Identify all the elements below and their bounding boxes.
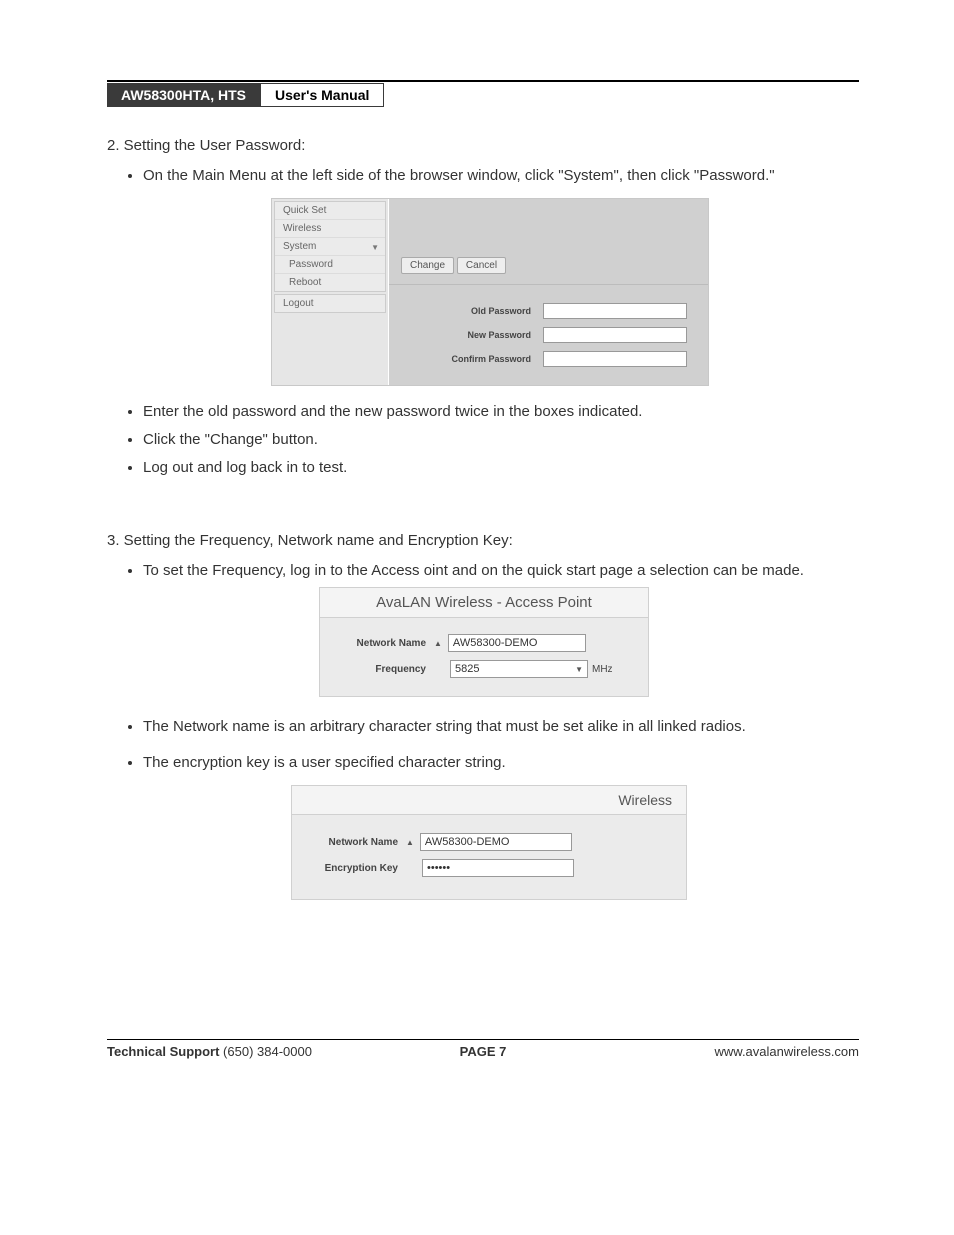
instruction-text: Log out and log back in to test. — [143, 456, 859, 480]
frequency-label: Frequency — [334, 664, 450, 675]
instruction-text: Enter the old password and the new passw… — [143, 400, 859, 424]
chevron-down-icon: ▼ — [371, 243, 379, 252]
old-password-label: Old Password — [403, 306, 543, 316]
chevron-down-icon: ▼ — [575, 665, 583, 674]
wireless-screenshot: Wireless Network Name ▲ AW58300-DEMO Enc… — [291, 785, 687, 900]
instruction-text: The Network name is an arbitrary charact… — [143, 715, 859, 739]
network-name-label: Network Name — [334, 638, 432, 649]
new-password-label: New Password — [403, 330, 543, 340]
confirm-password-input[interactable] — [543, 351, 687, 367]
change-button[interactable]: Change — [401, 257, 454, 274]
menu-system-label: System — [283, 241, 316, 252]
panel-title: Wireless — [292, 786, 686, 815]
encryption-key-label: Encryption Key — [306, 863, 422, 874]
frequency-select[interactable]: 5825 ▼ — [450, 660, 588, 678]
menu-logout[interactable]: Logout — [275, 295, 385, 312]
network-name-value: AW58300-DEMO — [425, 836, 510, 848]
password-screenshot: Quick Set Wireless System ▼ Password Reb… — [271, 198, 709, 386]
confirm-password-label: Confirm Password — [403, 354, 543, 364]
sort-up-icon: ▲ — [432, 639, 448, 648]
nav-menu: Quick Set Wireless System ▼ Password Reb… — [272, 199, 389, 385]
frequency-unit: MHz — [588, 664, 613, 675]
section-2-heading: 2. Setting the User Password: — [107, 137, 859, 154]
footer-url: www.avalanwireless.com — [506, 1044, 859, 1059]
instruction-text: Click the "Change" button. — [143, 428, 859, 452]
encryption-key-input[interactable]: •••••• — [422, 859, 574, 877]
support-phone: (650) 384-0000 — [219, 1044, 312, 1059]
menu-system[interactable]: System ▼ — [275, 238, 385, 256]
panel-title: AvaLAN Wireless - Access Point — [320, 588, 648, 618]
support-label: Technical Support — [107, 1044, 219, 1059]
new-password-input[interactable] — [543, 327, 687, 343]
access-point-screenshot: AvaLAN Wireless - Access Point Network N… — [319, 587, 649, 697]
section-3-heading: 3. Setting the Frequency, Network name a… — [107, 532, 859, 549]
network-name-value: AW58300-DEMO — [453, 637, 538, 649]
frequency-value: 5825 — [455, 663, 479, 675]
sort-up-icon: ▲ — [404, 838, 420, 847]
old-password-input[interactable] — [543, 303, 687, 319]
encryption-key-value: •••••• — [427, 862, 450, 874]
doc-title: User's Manual — [260, 83, 384, 107]
instruction-text: To set the Frequency, log in to the Acce… — [143, 559, 859, 583]
page-number: PAGE 7 — [460, 1044, 507, 1059]
instruction-text: On the Main Menu at the left side of the… — [143, 164, 859, 188]
network-name-input[interactable]: AW58300-DEMO — [448, 634, 586, 652]
menu-password[interactable]: Password — [275, 256, 385, 274]
network-name-input[interactable]: AW58300-DEMO — [420, 833, 572, 851]
menu-reboot[interactable]: Reboot — [275, 274, 385, 291]
model-label: AW58300HTA, HTS — [107, 83, 260, 107]
instruction-text: The encryption key is a user specified c… — [143, 751, 859, 775]
page-footer: Technical Support (650) 384-0000 PAGE 7 … — [107, 1039, 859, 1059]
menu-wireless[interactable]: Wireless — [275, 220, 385, 238]
doc-header: AW58300HTA, HTS User's Manual — [107, 83, 859, 107]
network-name-label: Network Name — [306, 837, 404, 848]
menu-quick-set[interactable]: Quick Set — [275, 202, 385, 220]
cancel-button[interactable]: Cancel — [457, 257, 506, 274]
